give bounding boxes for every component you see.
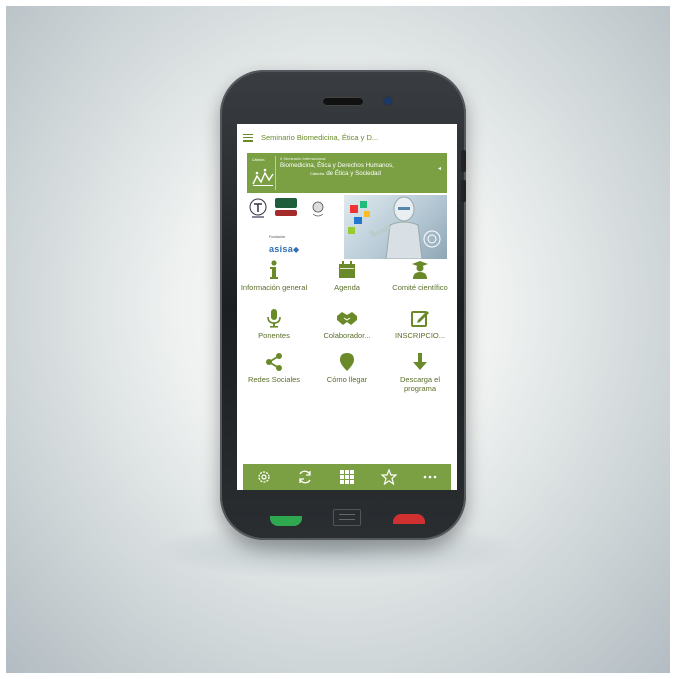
robot-image — [344, 195, 447, 259]
share-icon — [238, 352, 310, 372]
tile-label: Información general — [240, 283, 308, 292]
power-button[interactable] — [461, 180, 466, 202]
tile-label: Ponentes — [258, 331, 290, 340]
banner-arrow-icon: ◂ — [437, 166, 441, 172]
tile-descarga-programa[interactable]: Descarga el programa — [384, 352, 456, 393]
tile-ponentes[interactable]: Ponentes — [238, 308, 310, 340]
banner-title-line1: Biomedicina, Ética y Derechos Humanos, — [280, 162, 394, 169]
grid-icon[interactable] — [337, 467, 357, 487]
home-button[interactable] — [333, 509, 361, 526]
banner-prefix: Cátedra — [310, 171, 325, 176]
banner-title-line2: de Ética y Sociedad — [326, 170, 381, 177]
banner-kicker: II Seminario Internacional — [280, 156, 326, 161]
tile-como-llegar[interactable]: Cómo llegar — [311, 352, 383, 384]
info-icon — [238, 260, 310, 280]
more-icon[interactable] — [420, 467, 440, 487]
bottom-nav-bar — [243, 464, 451, 490]
asisa-arrow-icon: ◆ — [293, 245, 300, 254]
tile-label: Cómo llegar — [326, 375, 368, 384]
university-seal-icon — [249, 198, 267, 218]
tile-agenda[interactable]: Agenda — [311, 260, 383, 292]
calendar-icon — [311, 260, 383, 280]
sponsor-logo-green — [275, 198, 297, 208]
handshake-icon — [311, 308, 383, 328]
end-call-button[interactable] — [393, 514, 425, 524]
settings-icon[interactable] — [254, 467, 274, 487]
institution-crest-icon — [312, 201, 324, 217]
tile-label: Descarga el programa — [399, 375, 441, 393]
app-title: Seminario Biomedicina, Ética y D... — [261, 133, 379, 142]
earpiece-speaker — [322, 97, 364, 106]
asisa-logo: Fundación asisa◆ — [269, 235, 299, 257]
tile-label: Comité científico — [392, 283, 448, 292]
sponsor-logo-red — [275, 210, 297, 216]
front-camera — [384, 97, 392, 105]
volume-button[interactable] — [461, 150, 466, 172]
tile-informacion-general[interactable]: Información general — [238, 260, 310, 292]
tile-label: INSCRIPCIO... — [394, 331, 445, 340]
star-icon[interactable] — [379, 467, 399, 487]
asisa-caption: Fundación — [269, 235, 286, 239]
app-bar: Seminario Biomedicina, Ética y D... — [237, 124, 457, 151]
tile-colaboradores[interactable]: Colaborador... — [311, 308, 383, 340]
microphone-icon — [238, 308, 310, 328]
catedra-logo: Cátedra — [251, 156, 276, 190]
tile-label: Agenda — [334, 283, 360, 292]
event-banner[interactable]: Cátedra II Seminario Internacional Biome… — [247, 153, 447, 193]
refresh-icon[interactable] — [295, 467, 315, 487]
tile-label: Redes Sociales — [247, 375, 301, 384]
tile-redes-sociales[interactable]: Redes Sociales — [238, 352, 310, 384]
asisa-wordmark: asisa — [269, 244, 294, 254]
tile-label: Colaborador... — [323, 331, 371, 340]
phone-screen: Seminario Biomedicina, Ética y D... Cáte… — [237, 124, 457, 490]
tile-inscripcion[interactable]: INSCRIPCIO... — [384, 308, 456, 340]
edit-icon — [384, 308, 456, 328]
logo-label: Cátedra — [252, 158, 265, 162]
download-icon — [384, 352, 456, 372]
call-button[interactable] — [270, 516, 302, 526]
graduate-icon — [384, 260, 456, 280]
tile-comite-cientifico[interactable]: Comité científico — [384, 260, 456, 292]
map-pin-icon — [311, 352, 383, 372]
menu-icon[interactable] — [243, 133, 253, 142]
